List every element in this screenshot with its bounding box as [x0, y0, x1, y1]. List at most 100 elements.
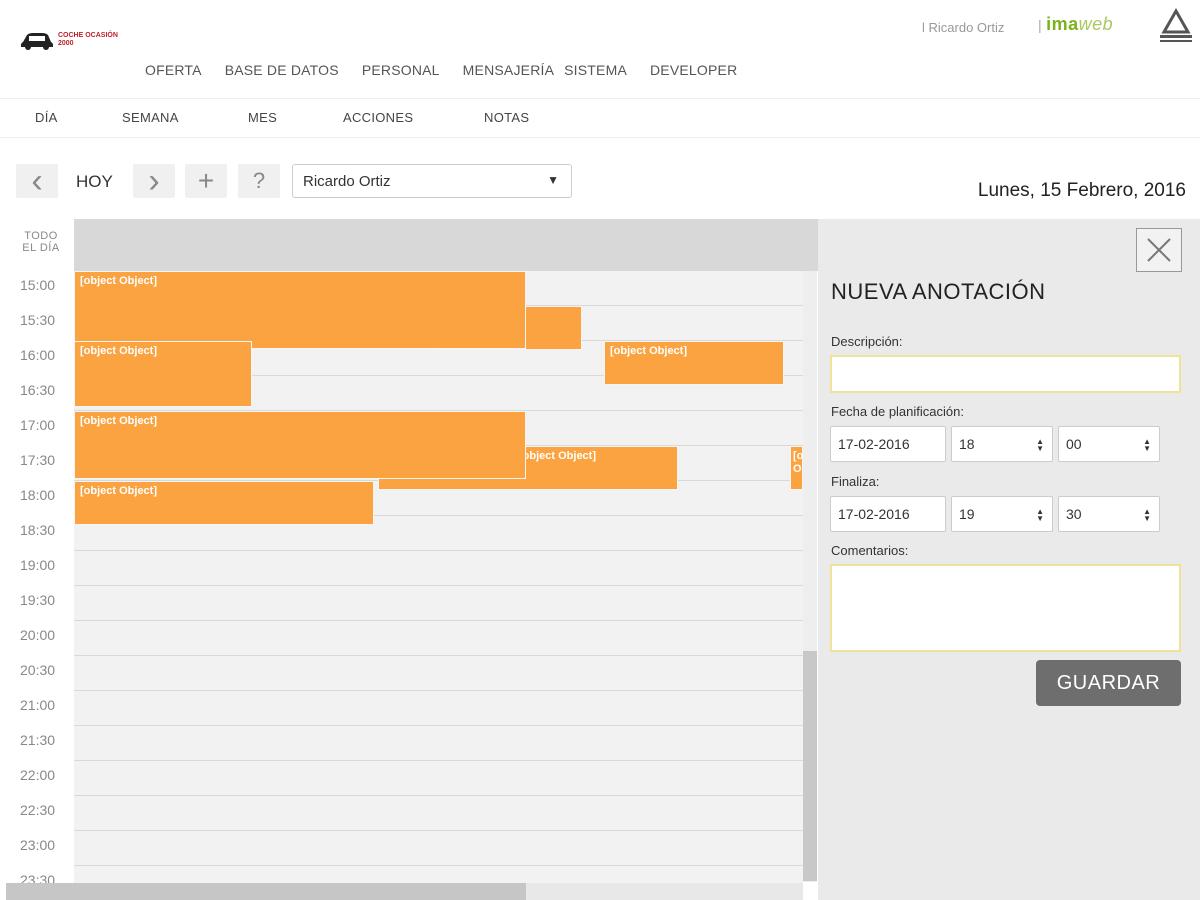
description-label: Descripción: — [831, 334, 903, 349]
time-slot[interactable] — [74, 796, 803, 831]
close-panel-button[interactable] — [1136, 228, 1182, 272]
help-button[interactable]: ? — [238, 164, 280, 198]
calendar-event[interactable]: [object Object] — [74, 411, 526, 479]
time-label: 19:30 — [20, 592, 56, 608]
nav-item-mensajeria[interactable]: MENSAJERÍA — [463, 62, 554, 78]
current-user-name[interactable]: l Ricardo Ortiz — [922, 20, 1004, 35]
time-label: 16:00 — [20, 347, 56, 363]
description-input[interactable] — [830, 355, 1181, 393]
time-label: 17:00 — [20, 417, 56, 433]
calendar-toolbar: ‹ HOY › + ? Ricardo Ortiz ▼ Lunes, 15 Fe… — [16, 164, 1186, 201]
time-label: 17:30 — [20, 452, 56, 468]
time-slot[interactable] — [74, 691, 803, 726]
time-row: 19:00 — [0, 551, 803, 586]
imaweb-logo: | imaweb — [1038, 14, 1113, 35]
end-date-value: 17-02-2016 — [838, 506, 910, 522]
tab-mes[interactable]: MES — [248, 110, 277, 125]
calendar-event[interactable]: [object Object] — [790, 446, 803, 490]
time-label: 19:00 — [20, 557, 56, 573]
nav-item-oferta[interactable]: OFERTA — [145, 62, 202, 78]
nav-item-base-de-datos[interactable]: BASE DE DATOS — [225, 62, 339, 78]
brand-web-text: web — [1078, 14, 1114, 34]
time-row: 19:30 — [0, 586, 803, 621]
plan-minute-select[interactable]: 00 ▲ ▼ — [1058, 426, 1160, 462]
chevron-right-icon: › — [148, 162, 160, 200]
end-date-label: Finaliza: — [831, 474, 880, 489]
time-label: 16:30 — [20, 382, 56, 398]
tab-semana[interactable]: SEMANA — [122, 110, 179, 125]
time-row: 22:00 — [0, 761, 803, 796]
time-label: 21:30 — [20, 732, 56, 748]
end-minute-select[interactable]: 30 ▲ ▼ — [1058, 496, 1160, 532]
time-label: 22:30 — [20, 802, 56, 818]
add-event-button[interactable]: + — [185, 164, 227, 198]
time-label: 18:00 — [20, 487, 56, 503]
time-label: 15:00 — [20, 277, 56, 293]
user-select-value: Ricardo Ortiz — [303, 173, 391, 190]
today-button[interactable]: HOY — [76, 172, 113, 192]
calendar-event[interactable]: [object Object] — [74, 341, 252, 407]
app-root: COCHE OCASIÓN 2000 OFERTA BASE DE DATOS … — [0, 0, 1200, 900]
new-annotation-panel: NUEVA ANOTACIÓN Descripción: Fecha de pl… — [818, 219, 1200, 900]
stepper-icon: ▲ ▼ — [1143, 507, 1151, 523]
time-row: 20:00 — [0, 621, 803, 656]
coche-ocasion-logo[interactable]: COCHE OCASIÓN 2000 — [20, 30, 128, 50]
time-label: 22:00 — [20, 767, 56, 783]
horizontal-scrollbar-thumb[interactable] — [6, 883, 526, 900]
time-row: 20:30 — [0, 656, 803, 691]
end-hour-select[interactable]: 19 ▲ ▼ — [951, 496, 1053, 532]
time-label: 23:00 — [20, 837, 56, 853]
calendar-event[interactable]: [object Object] — [74, 481, 374, 525]
brand-separator: | — [1038, 17, 1043, 33]
time-label: 20:30 — [20, 662, 56, 678]
stepper-icon: ▲ ▼ — [1036, 437, 1044, 453]
time-slot[interactable] — [74, 656, 803, 691]
user-select[interactable]: Ricardo Ortiz ▼ — [292, 164, 572, 198]
car-icon — [21, 33, 53, 50]
time-slot[interactable] — [74, 586, 803, 621]
nav-item-sistema[interactable]: SISTEMA — [564, 62, 627, 78]
close-icon — [1147, 238, 1171, 262]
time-slot[interactable] — [74, 761, 803, 796]
stepper-icon: ▲ ▼ — [1036, 507, 1044, 523]
comments-textarea[interactable] — [830, 564, 1181, 652]
comments-label: Comentarios: — [831, 543, 909, 558]
plan-date-label: Fecha de planificación: — [831, 404, 964, 419]
nav-item-developer[interactable]: DEVELOPER — [650, 62, 737, 78]
calendar-event[interactable]: [object Object] — [604, 341, 784, 385]
time-slot[interactable] — [74, 831, 803, 866]
calendar-event[interactable]: [object Object] — [74, 271, 526, 349]
brand-main-text: ima — [1046, 14, 1079, 34]
time-slot[interactable] — [74, 551, 803, 586]
brand-triangle-icon — [1160, 8, 1192, 42]
vertical-scrollbar-thumb[interactable] — [803, 651, 817, 881]
time-slot[interactable] — [74, 621, 803, 656]
plan-hour-select[interactable]: 18 ▲ ▼ — [951, 426, 1053, 462]
tab-notas[interactable]: NOTAS — [484, 110, 529, 125]
main-nav: OFERTA BASE DE DATOS PERSONAL MENSAJERÍA… — [145, 62, 760, 78]
question-icon: ? — [252, 168, 266, 193]
time-row: 21:00 — [0, 691, 803, 726]
time-row: 22:30 — [0, 796, 803, 831]
nav-item-personal[interactable]: PERSONAL — [362, 62, 440, 78]
time-label: 20:00 — [20, 627, 56, 643]
save-button[interactable]: GUARDAR — [1036, 660, 1181, 706]
tab-dia[interactable]: DÍA — [35, 110, 58, 125]
plan-date-value: 17-02-2016 — [838, 436, 910, 452]
prev-day-button[interactable]: ‹ — [16, 164, 58, 198]
end-date-input[interactable]: 17-02-2016 — [830, 496, 946, 532]
time-slot[interactable] — [74, 726, 803, 761]
plan-hour-value: 18 — [959, 436, 975, 452]
allday-row[interactable] — [74, 219, 818, 271]
plan-date-input[interactable]: 17-02-2016 — [830, 426, 946, 462]
chevron-left-icon: ‹ — [31, 162, 43, 200]
plan-minute-value: 00 — [1066, 436, 1082, 452]
next-day-button[interactable]: › — [133, 164, 175, 198]
day-calendar: TODO EL DÍA 15:00 15:30 16:00 16:30 17:0… — [0, 219, 818, 900]
tab-acciones[interactable]: ACCIONES — [343, 110, 413, 125]
time-label: 18:30 — [20, 522, 56, 538]
stepper-icon: ▲ ▼ — [1143, 437, 1151, 453]
time-label: 15:30 — [20, 312, 56, 328]
panel-title: NUEVA ANOTACIÓN — [831, 279, 1046, 304]
time-row: 23:00 — [0, 831, 803, 866]
